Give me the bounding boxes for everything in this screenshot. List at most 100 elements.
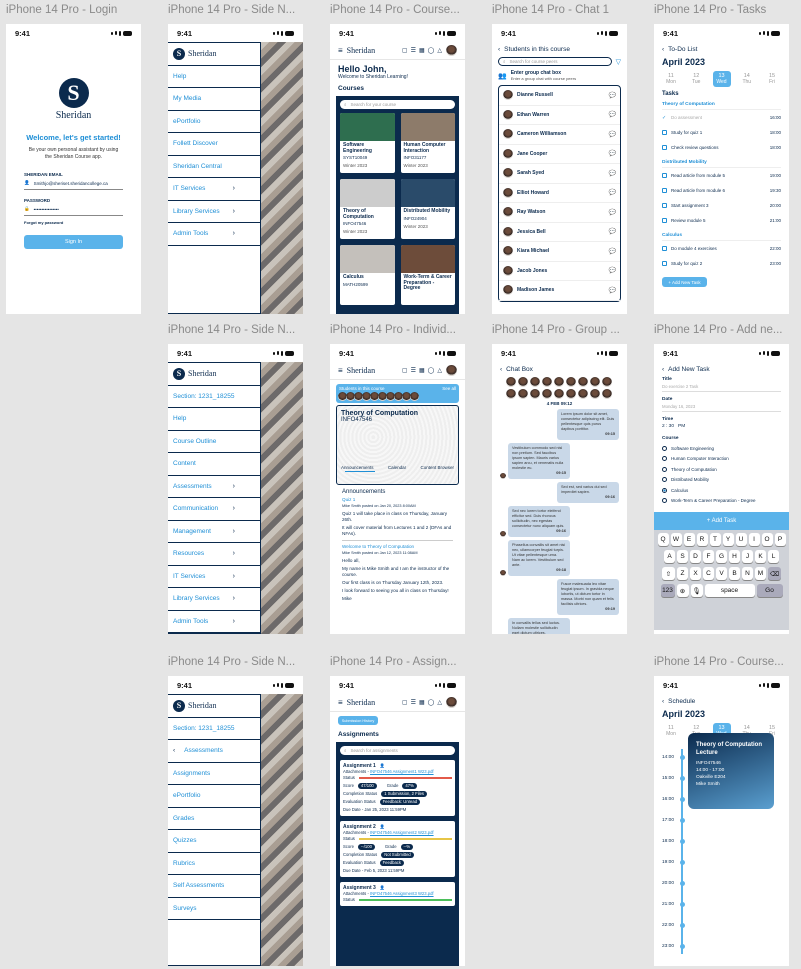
key[interactable]: E xyxy=(683,533,695,546)
course-option[interactable]: Work-Term & Career Preparation - Degree xyxy=(662,496,781,507)
student-row[interactable]: Ray Watson 💬 xyxy=(499,203,620,223)
course-option[interactable]: Theory of Computation xyxy=(662,464,781,475)
day-chip[interactable]: 13Wed xyxy=(712,71,731,87)
course-option[interactable]: Calculus xyxy=(662,485,781,496)
tasks-icon[interactable]: ☰ xyxy=(411,699,416,706)
assignment-card[interactable]: Assignment 2 👤 Attachments - INFO47546 Ass… xyxy=(340,821,455,877)
grid-icon[interactable]: ▦ xyxy=(419,47,425,54)
chat-bubble-icon[interactable]: 💬 xyxy=(609,228,616,235)
course-card[interactable]: Work-Term & Career Preparation - Degree xyxy=(400,245,455,305)
radio[interactable] xyxy=(662,487,667,493)
back-arrow-icon[interactable]: ‹ xyxy=(500,366,502,373)
chat-bubble-icon[interactable]: 💬 xyxy=(609,209,616,216)
student-row[interactable]: Ethan Warren 💬 xyxy=(499,106,620,125)
key[interactable]: N xyxy=(742,567,753,580)
key[interactable]: D xyxy=(690,550,701,563)
assignment-card[interactable]: Assignment 1 👤 Attachments - INFO47546 Ass… xyxy=(340,760,455,816)
tasks-icon[interactable]: ☰ xyxy=(411,47,416,54)
password-field[interactable]: 🔒 •••••••••••••••• xyxy=(24,203,123,216)
back-arrow-icon[interactable]: ‹ xyxy=(662,46,664,53)
course-option[interactable]: Human Computer Interaction xyxy=(662,454,781,465)
shift-key[interactable]: ⇧ xyxy=(662,567,675,580)
checkbox[interactable] xyxy=(662,130,667,135)
key[interactable]: Z xyxy=(677,567,688,580)
mic-icon[interactable]: 🎙 xyxy=(690,584,703,597)
menu-item[interactable]: Content xyxy=(168,453,260,476)
assignment-search-input[interactable]: ⌕ Search for assignments xyxy=(340,746,455,755)
checkbox[interactable] xyxy=(662,188,667,193)
key[interactable]: A xyxy=(664,550,675,563)
hamburger-icon[interactable]: ≡ xyxy=(338,366,343,375)
back-item[interactable]: ‹ Assessments xyxy=(168,740,260,763)
radio[interactable] xyxy=(662,477,667,483)
forgot-password-link[interactable]: Forgot my password xyxy=(24,220,123,225)
menu-item[interactable]: Sheridan Central xyxy=(168,156,260,178)
day-chip[interactable]: 11 Mon xyxy=(662,71,680,87)
chat-bubble-icon[interactable]: 💬 xyxy=(609,131,616,138)
time-input[interactable]: 2 : 30 xyxy=(662,424,674,429)
submission-history-tag[interactable]: Submission History xyxy=(338,716,378,725)
key[interactable]: L xyxy=(768,550,779,563)
chat-icon[interactable]: ◯ xyxy=(428,699,435,706)
day-chip[interactable]: 14Thu xyxy=(738,71,756,87)
checkbox[interactable] xyxy=(662,145,667,150)
chat-icon[interactable]: ◯ xyxy=(428,47,435,54)
key[interactable]: Q xyxy=(657,533,669,546)
task-row[interactable]: Read article from module 6 19:30 xyxy=(662,183,781,198)
see-all-link[interactable]: See all xyxy=(442,386,456,391)
key[interactable]: U xyxy=(735,533,747,546)
student-row[interactable]: Jacob Jones 💬 xyxy=(499,262,620,281)
menu-item[interactable]: Assignments xyxy=(168,763,260,785)
course-card[interactable]: Human Computer Interaction INFO31177 Winte… xyxy=(400,113,455,173)
key[interactable]: T xyxy=(709,533,721,546)
grid-icon[interactable]: ▦ xyxy=(419,367,425,374)
filter-icon[interactable]: ▽ xyxy=(616,58,621,66)
avatar[interactable] xyxy=(554,389,564,399)
assignment-card[interactable]: Assignment 3 👤 Attachments - INFO47546 Ass… xyxy=(340,882,455,906)
avatar[interactable] xyxy=(518,377,528,387)
attachment-link[interactable]: INFO47546 Assignment3 W23.pdf xyxy=(370,891,434,896)
menu-item[interactable]: Library Services › xyxy=(168,588,260,611)
calendar-icon[interactable]: ▢ xyxy=(402,47,408,54)
tab-announcements[interactable]: Announcements xyxy=(341,465,374,470)
key[interactable]: G xyxy=(716,550,727,563)
student-row[interactable]: Elliot Howard 💬 xyxy=(499,184,620,203)
course-option[interactable]: Distributed Mobility xyxy=(662,475,781,486)
course-card[interactable]: Software Engineering SYST10049 Winter 2023 xyxy=(340,113,395,173)
globe-icon[interactable]: ⊕ xyxy=(676,584,689,597)
avatar[interactable] xyxy=(530,377,540,387)
delete-key[interactable]: ⌫ xyxy=(768,567,781,580)
menu-item[interactable]: Communication › xyxy=(168,498,260,521)
avatar[interactable] xyxy=(602,389,612,399)
menu-item[interactable]: Resources › xyxy=(168,543,260,566)
back-arrow-icon[interactable]: ‹ xyxy=(662,698,664,705)
avatar[interactable] xyxy=(530,389,540,399)
chat-bubble-icon[interactable]: 💬 xyxy=(609,92,616,99)
menu-item[interactable]: My Media xyxy=(168,88,260,111)
chat-bubble-icon[interactable]: 💬 xyxy=(609,287,616,294)
hamburger-icon[interactable]: ≡ xyxy=(338,698,343,707)
task-row[interactable]: ✓ Do assessment 16:00 xyxy=(662,110,781,125)
key[interactable]: Y xyxy=(722,533,734,546)
attachment-link[interactable]: INFO47546 Assignment2 W23.pdf xyxy=(370,830,434,835)
course-search-input[interactable]: ⌕ Search for your course xyxy=(340,100,455,109)
bell-icon[interactable]: △ xyxy=(437,47,442,54)
student-row[interactable]: Dianne Russell 💬 xyxy=(499,86,620,106)
avatar[interactable] xyxy=(566,389,576,399)
chat-bubble-icon[interactable]: 💬 xyxy=(609,170,616,177)
chat-icon[interactable]: ◯ xyxy=(428,367,435,374)
key[interactable]: H xyxy=(729,550,740,563)
menu-item[interactable]: Course Outline xyxy=(168,431,260,453)
chat-bubble-icon[interactable]: 💬 xyxy=(609,150,616,157)
student-row[interactable]: Kiara Michael 💬 xyxy=(499,242,620,262)
menu-item[interactable]: ePortfolio xyxy=(168,785,260,808)
checkbox[interactable] xyxy=(662,218,667,223)
day-chip[interactable]: 11 Mon xyxy=(662,723,680,739)
course-card[interactable]: Calculus MATH20599 xyxy=(340,245,395,305)
peer-search-input[interactable]: ⌕ Search for course peers xyxy=(498,57,612,66)
menu-item[interactable]: Grades xyxy=(168,808,260,830)
student-row[interactable]: Cameron Williamson 💬 xyxy=(499,125,620,145)
space-key[interactable]: space xyxy=(704,584,755,597)
title-input[interactable]: Do exercise 2 Task xyxy=(662,382,781,392)
hamburger-icon[interactable]: ≡ xyxy=(338,46,343,55)
